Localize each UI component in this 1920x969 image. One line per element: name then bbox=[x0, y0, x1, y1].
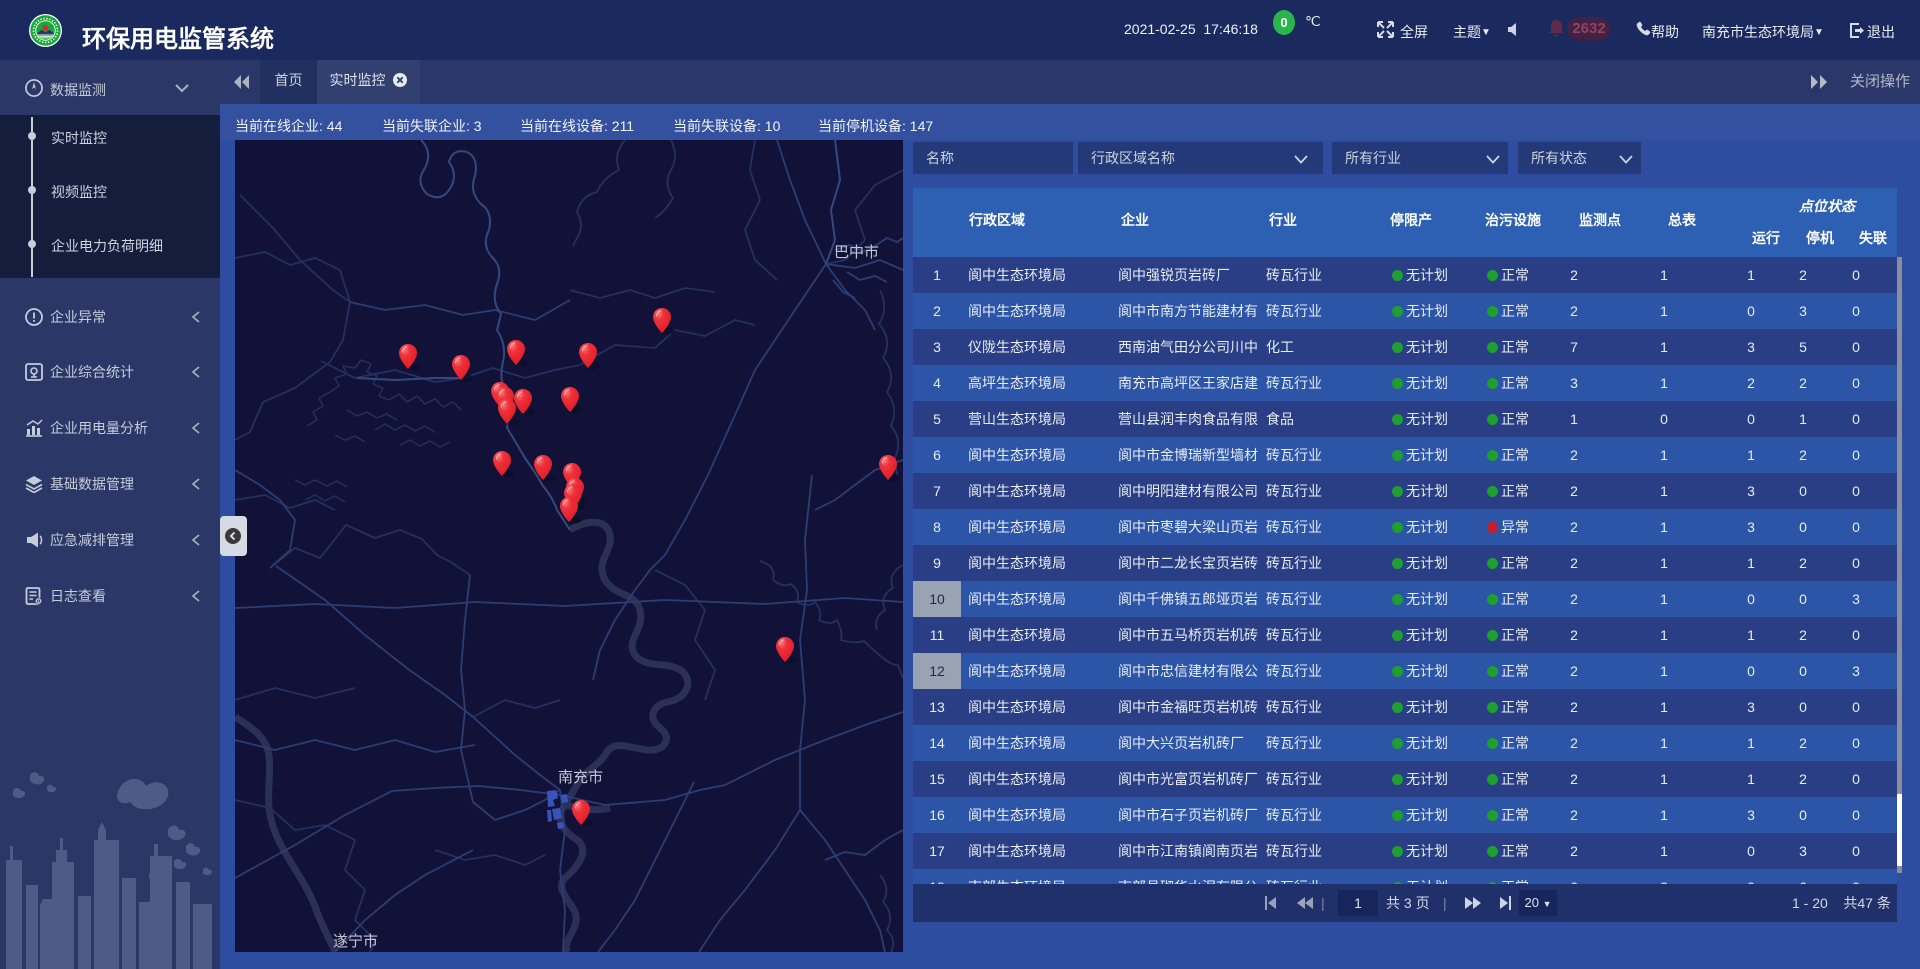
svg-text:巴中市: 巴中市 bbox=[834, 244, 879, 261]
svg-text:南充市: 南充市 bbox=[558, 769, 603, 786]
svg-text:遂宁市: 遂宁市 bbox=[333, 933, 378, 950]
